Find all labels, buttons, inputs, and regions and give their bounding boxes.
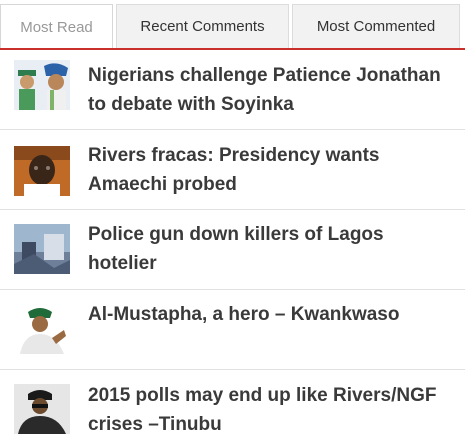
portrait-photo-icon[interactable] [14,384,70,434]
list-item[interactable]: Rivers fracas: Presidency wants Amaechi … [0,130,465,210]
tab-label: Most Commented [316,18,436,35]
list-item[interactable]: Police gun down killers of Lagos hotelie… [0,210,465,290]
article-headline[interactable]: 2015 polls may end up like Rivers/NGF cr… [88,381,448,436]
tab-label: Most Read [20,19,93,36]
article-headline[interactable]: Nigerians challenge Patience Jonathan to… [88,61,448,119]
tab-bar: Most Read Recent Comments Most Commented [0,0,465,50]
list-item[interactable]: Al-Mustapha, a hero – Kwankwaso [0,290,465,370]
article-headline[interactable]: Police gun down killers of Lagos hotelie… [88,220,448,278]
cartoon-portraits-icon[interactable] [14,60,70,110]
tab-label: Recent Comments [140,18,265,35]
article-list: Nigerians challenge Patience Jonathan to… [0,50,465,436]
article-headline[interactable]: Al-Mustapha, a hero – Kwankwaso [88,300,448,329]
scene-photo-icon[interactable] [14,224,70,274]
portrait-photo-icon[interactable] [14,304,70,354]
article-headline[interactable]: Rivers fracas: Presidency wants Amaechi … [88,141,448,199]
list-item[interactable]: 2015 polls may end up like Rivers/NGF cr… [0,370,465,436]
tab-most-read[interactable]: Most Read [0,4,113,50]
list-item[interactable]: Nigerians challenge Patience Jonathan to… [0,50,465,130]
tab-recent-comments[interactable]: Recent Comments [116,4,289,48]
tab-most-commented[interactable]: Most Commented [292,4,460,48]
portrait-photo-icon[interactable] [14,146,70,196]
